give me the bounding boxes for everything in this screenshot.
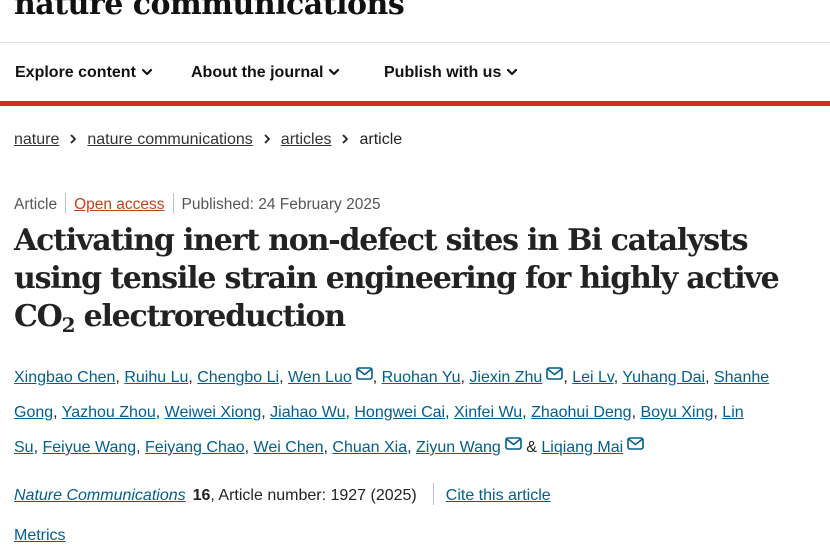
author-link[interactable]: Hongwei Cai: [354, 404, 445, 421]
author-separator: ,: [115, 369, 125, 386]
author-link[interactable]: Ruihu Lu: [124, 369, 188, 386]
author-separator: ,: [53, 404, 62, 421]
author-list: Xingbao Chen, Ruihu Lu, Chengbo Li, Wen …: [14, 360, 819, 465]
nav-label: Explore content: [15, 64, 136, 81]
journal-link[interactable]: Nature Communications: [14, 487, 186, 504]
cite-this-article-link[interactable]: Cite this article: [446, 487, 551, 504]
article-type: Article: [14, 196, 58, 213]
author-link[interactable]: Yazhou Zhou: [62, 404, 156, 421]
main-nav: Explore content About the journal Publis…: [0, 43, 830, 106]
article-title: Activating inert non-defect sites in Bi …: [14, 222, 814, 336]
author-link[interactable]: Liqiang Mai: [541, 439, 623, 456]
breadcrumb: nature nature communications articles artic…: [14, 131, 402, 149]
chevron-right-icon: [264, 134, 271, 144]
breadcrumb-nature-communications[interactable]: nature communications: [87, 131, 252, 148]
author-separator: ,: [136, 439, 146, 456]
author-separator: ,: [407, 439, 417, 456]
author-link[interactable]: Feiyue Wang: [42, 439, 136, 456]
breadcrumb-current: article: [359, 131, 403, 148]
author-link[interactable]: Lei Lv: [572, 369, 614, 386]
article-number: , Article number: 1927 (2025): [210, 487, 417, 504]
author-separator: &: [521, 439, 542, 456]
author-separator: ,: [279, 369, 288, 386]
mail-icon[interactable]: [627, 437, 644, 450]
author-link[interactable]: Chuan Xia: [332, 439, 407, 456]
divider: [432, 483, 434, 505]
article-meta: Article Open access Published: 24 February…: [14, 193, 381, 214]
author-separator: ,: [713, 404, 723, 421]
author-separator: ,: [155, 404, 165, 421]
metrics-link[interactable]: Metrics: [14, 527, 66, 545]
author-link[interactable]: Feiyang Chao: [145, 439, 245, 456]
author-link[interactable]: Ziyun Wang: [416, 439, 501, 456]
author-separator: ,: [188, 369, 198, 386]
nav-about-journal[interactable]: About the journal: [191, 64, 340, 82]
journal-logo[interactable]: nature communications: [14, 0, 405, 22]
author-separator: ,: [705, 369, 714, 386]
nav-label: Publish with us: [384, 64, 502, 81]
masthead: nature communications: [0, 0, 830, 43]
breadcrumb-nature[interactable]: nature: [14, 131, 59, 148]
breadcrumb-articles[interactable]: articles: [281, 131, 332, 148]
author-separator: ,: [522, 404, 532, 421]
published-date: Published: 24 February 2025: [181, 196, 381, 213]
title-subscript: 2: [61, 313, 76, 337]
author-link[interactable]: Weiwei Xiong: [165, 404, 262, 421]
author-link[interactable]: Xinfei Wu: [454, 404, 522, 421]
author-separator: ,: [244, 439, 254, 456]
author-link[interactable]: Zhaohui Deng: [531, 404, 632, 421]
citation-row: Nature Communications 16, Article number:…: [14, 483, 551, 505]
nav-explore-content[interactable]: Explore content: [15, 64, 153, 82]
author-link[interactable]: Wei Chen: [254, 439, 324, 456]
author-link[interactable]: Boyu Xing: [640, 404, 713, 421]
chevron-down-icon: [329, 68, 340, 76]
divider: [172, 193, 174, 213]
chevron-right-icon: [342, 134, 349, 144]
chevron-down-icon: [141, 68, 153, 76]
author-separator: ,: [563, 369, 573, 386]
author-separator: ,: [445, 404, 454, 421]
mail-icon[interactable]: [355, 367, 373, 380]
chevron-down-icon: [507, 68, 518, 76]
author-link[interactable]: Jiahao Wu: [270, 404, 345, 421]
nav-label: About the journal: [191, 64, 324, 81]
volume: 16: [192, 487, 211, 504]
author-link[interactable]: Jiexin Zhu: [469, 369, 542, 386]
author-link[interactable]: Xingbao Chen: [14, 369, 115, 386]
author-separator: ,: [372, 369, 382, 386]
author-link[interactable]: Chengbo Li: [197, 369, 279, 386]
open-access-link[interactable]: Open access: [74, 196, 164, 213]
divider: [65, 193, 67, 213]
title-text-end: electroreduction: [74, 299, 347, 334]
mail-icon[interactable]: [504, 437, 522, 450]
nav-publish-with-us[interactable]: Publish with us: [384, 64, 518, 82]
author-link[interactable]: Wen Luo: [288, 369, 352, 386]
author-separator: ,: [261, 404, 271, 421]
author-link[interactable]: Ruohan Yu: [382, 369, 461, 386]
author-link[interactable]: Yuhang Dai: [622, 369, 705, 386]
mail-icon[interactable]: [546, 367, 564, 380]
chevron-right-icon: [70, 134, 77, 144]
